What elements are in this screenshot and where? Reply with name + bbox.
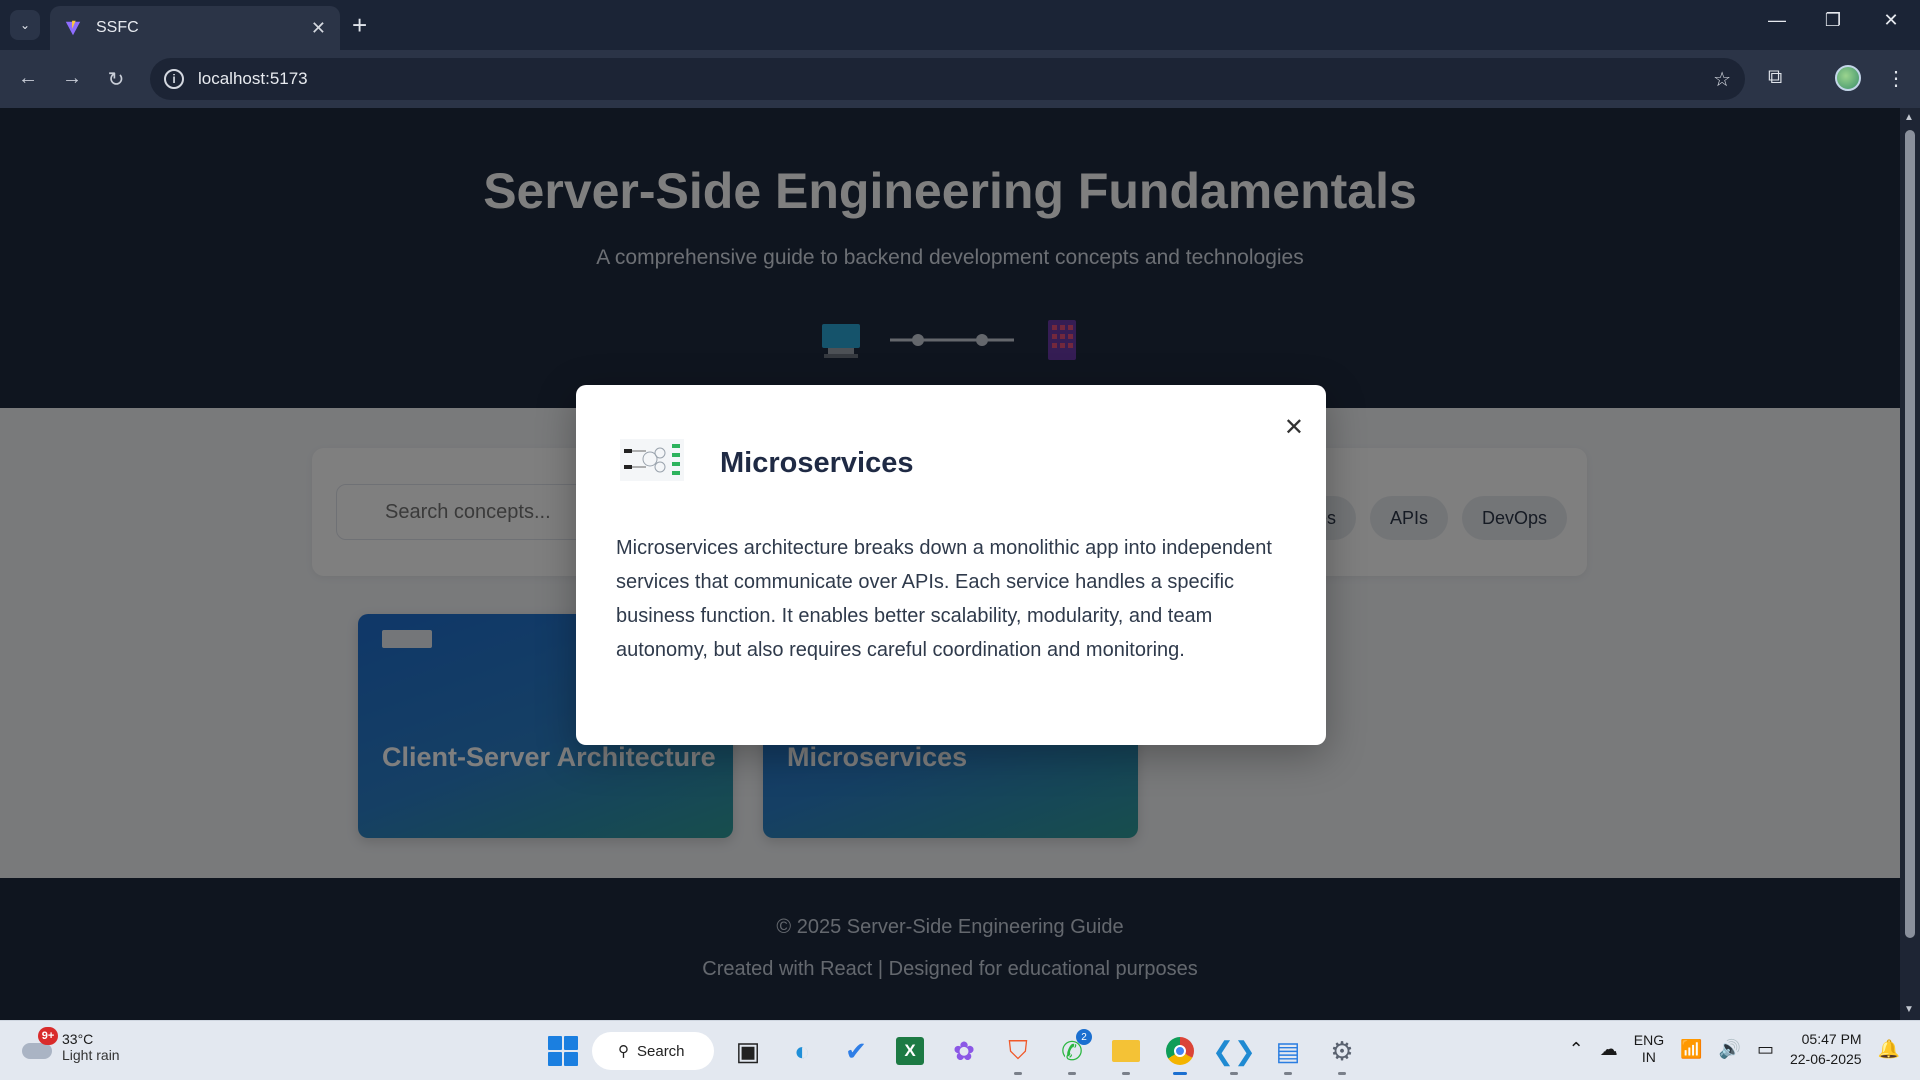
task-view-icon[interactable]: ▣ — [728, 1031, 768, 1071]
language-indicator[interactable]: ENG IN — [1634, 1032, 1664, 1066]
url-text[interactable]: localhost:5173 — [198, 69, 1713, 89]
magnifier-icon: ⚲ — [618, 1043, 629, 1060]
window-close-icon[interactable]: ✕ — [1876, 10, 1906, 31]
onedrive-icon[interactable]: ☁ — [1600, 1039, 1618, 1060]
page-scrollbar[interactable]: ▲ ▼ — [1900, 108, 1920, 1020]
site-info-icon[interactable]: i — [164, 69, 184, 89]
edge-icon[interactable]: ◐ — [782, 1031, 822, 1071]
windows-start-icon[interactable] — [548, 1036, 578, 1066]
concept-modal: ✕ Microservices Microservices architectu… — [576, 385, 1326, 745]
vscode-icon[interactable]: ❮❯ — [1212, 1031, 1256, 1075]
todo-icon[interactable]: ✔ — [836, 1031, 876, 1071]
excel-icon[interactable]: X — [890, 1031, 930, 1071]
tab-title: SSFC — [96, 19, 139, 36]
weather-condition: Light rain — [62, 1047, 120, 1063]
browser-menu-icon[interactable]: ⋮ — [1886, 66, 1906, 91]
back-arrow-icon[interactable]: ← — [16, 67, 40, 90]
microservices-diagram-icon — [620, 439, 684, 481]
vite-favicon-icon — [65, 20, 81, 36]
browser-tab-bar: ⌄ SSFC ✕ + — ❐ ✕ — [0, 0, 1920, 50]
new-tab-button[interactable]: + — [352, 10, 367, 40]
address-bar[interactable]: i localhost:5173 ☆ — [150, 58, 1745, 100]
clock[interactable]: 05:47 PM 22-06-2025 — [1790, 1029, 1862, 1069]
profile-avatar[interactable] — [1835, 65, 1861, 91]
file-explorer-icon[interactable] — [1106, 1031, 1146, 1075]
settings-icon[interactable]: ⚙ — [1322, 1031, 1362, 1075]
reload-icon[interactable]: ↻ — [104, 67, 128, 92]
extensions-icon[interactable]: ⧉ — [1768, 66, 1782, 89]
scroll-down-icon[interactable]: ▼ — [1904, 1004, 1914, 1015]
web-page: Server-Side Engineering Fundamentals A c… — [0, 108, 1900, 1020]
scroll-thumb[interactable] — [1905, 130, 1915, 938]
windows-taskbar: 9+ 33°C Light rain ⚲ Search ▣ ◐ ✔ X ✿ ⛉ … — [0, 1020, 1920, 1080]
lang-line2: IN — [1641, 1049, 1656, 1065]
cloud-rain-icon: 9+ — [20, 1027, 58, 1061]
browser-tab-active[interactable]: SSFC ✕ — [50, 6, 340, 50]
wifi-icon[interactable]: 📶 — [1680, 1039, 1702, 1060]
scroll-up-icon[interactable]: ▲ — [1904, 112, 1914, 123]
lang-line1: ENG — [1633, 1032, 1665, 1048]
notification-bell-icon[interactable]: 🔔 — [1878, 1039, 1900, 1060]
volume-icon[interactable]: 🔊 — [1719, 1039, 1741, 1060]
chrome-icon[interactable] — [1160, 1031, 1200, 1075]
modal-title: Microservices — [720, 447, 914, 479]
whatsapp-badge: 2 — [1076, 1029, 1092, 1045]
notepad-icon[interactable]: ▤ — [1268, 1031, 1308, 1075]
close-icon[interactable]: ✕ — [1284, 413, 1304, 442]
clock-time: 05:47 PM — [1801, 1031, 1862, 1047]
restore-icon[interactable]: ❐ — [1818, 10, 1848, 31]
system-tray: ⌃ ☁ ENG IN 📶 🔊 ▭ 05:47 PM 22-06-2025 🔔 — [1569, 1029, 1900, 1069]
browser-toolbar: ← → ↻ i localhost:5173 ☆ ⧉ ⋮ — [0, 50, 1920, 108]
weather-badge: 9+ — [38, 1027, 58, 1045]
bookmark-star-icon[interactable]: ☆ — [1713, 67, 1731, 92]
chevron-up-icon[interactable]: ⌃ — [1569, 1039, 1584, 1060]
taskbar-search-label: Search — [637, 1042, 685, 1060]
minimize-icon[interactable]: — — [1762, 10, 1792, 31]
taskbar-search-button[interactable]: ⚲ Search — [592, 1032, 714, 1070]
battery-icon[interactable]: ▭ — [1757, 1039, 1774, 1060]
taskbar-apps: ⚲ Search ▣ ◐ ✔ X ✿ ⛉ ✆ 2 ❮❯ ▤ ⚙ — [548, 1029, 1362, 1075]
weather-temperature: 33°C — [62, 1031, 94, 1047]
whatsapp-icon[interactable]: ✆ 2 — [1052, 1029, 1092, 1075]
modal-description: Microservices architecture breaks down a… — [616, 537, 1272, 661]
brave-icon[interactable]: ⛉ — [998, 1031, 1038, 1075]
tab-search-menu-button[interactable]: ⌄ — [10, 10, 40, 40]
tab-close-icon[interactable]: ✕ — [311, 18, 326, 39]
copilot-icon[interactable]: ✿ — [944, 1031, 984, 1071]
clock-date: 22-06-2025 — [1789, 1051, 1862, 1067]
weather-widget[interactable]: 9+ 33°C Light rain — [20, 1027, 120, 1063]
forward-arrow-icon[interactable]: → — [60, 67, 84, 90]
